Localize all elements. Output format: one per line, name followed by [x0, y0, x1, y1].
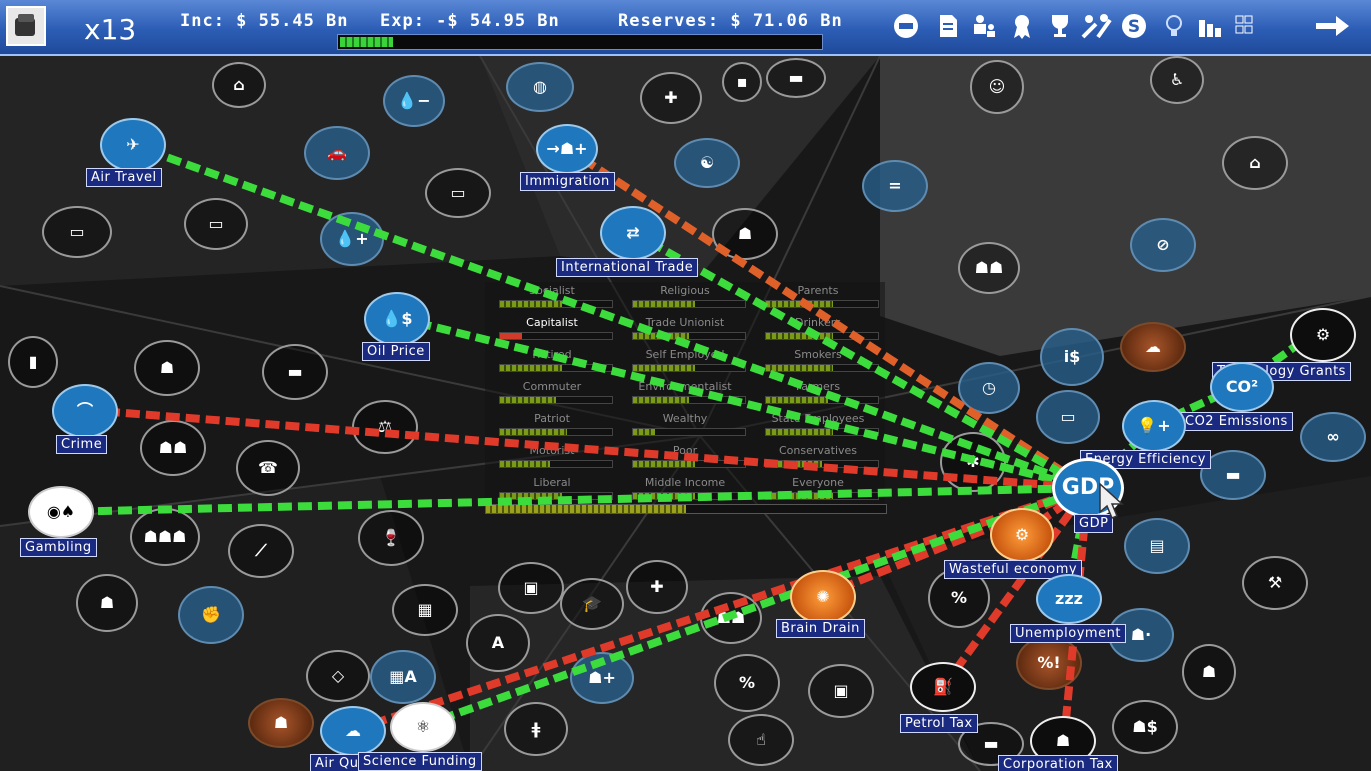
link-crime-gdp	[85, 406, 1089, 492]
crime-label[interactable]: Crime	[56, 435, 108, 454]
petrol-tax-label[interactable]: Petrol Tax	[900, 714, 978, 733]
link-science-gdp	[420, 484, 1090, 730]
air-quality-icon[interactable]: ☁	[320, 706, 386, 756]
petrol-pump-icon[interactable]: ⛽	[910, 662, 976, 712]
air-travel-label[interactable]: Air Travel	[86, 168, 162, 187]
mouse-cursor-icon	[1099, 482, 1124, 519]
unemployment-label[interactable]: Unemployment	[1010, 624, 1126, 643]
international-trade-label[interactable]: International Trade	[556, 258, 699, 277]
air-travel-icon[interactable]: ✈	[100, 118, 166, 172]
brain-drain-label[interactable]: Brain Drain	[776, 619, 865, 638]
link-gambling-gdp	[57, 484, 1089, 516]
brain-drain-icon[interactable]: ✺	[790, 570, 856, 624]
unemployment-icon[interactable]: zzz	[1036, 574, 1102, 624]
link-trade-gdp	[630, 228, 1090, 492]
gambling-label[interactable]: Gambling	[20, 538, 97, 557]
science-atom-icon[interactable]: ⚛	[390, 702, 456, 752]
oil-price-icon[interactable]: 💧$	[364, 292, 430, 346]
link-oil-price-gdp	[397, 314, 1089, 492]
energy-efficiency-icon[interactable]: 💡+	[1122, 400, 1186, 452]
international-trade-icon[interactable]: ⇄	[600, 206, 666, 260]
link-immigration-gdp	[563, 144, 1091, 492]
immigration-label[interactable]: Immigration	[520, 172, 615, 191]
co2-emissions-icon[interactable]: CO²	[1210, 362, 1274, 412]
co2-emissions-label[interactable]: CO2 Emissions	[1180, 412, 1293, 431]
wasteful-economy-icon[interactable]: ⚙	[990, 508, 1054, 562]
immigration-icon[interactable]: →☗+	[536, 124, 598, 174]
link-air-travel-gdp	[128, 140, 1090, 492]
effect-links	[57, 140, 1321, 741]
gambling-icon[interactable]: ◉♠	[28, 486, 94, 538]
technology-grants-icon[interactable]: ⚙	[1290, 308, 1356, 362]
game-screen: x13 Inc: $ 55.45 Bn Exp: -$ 54.95 Bn Res…	[0, 0, 1371, 771]
oil-price-label[interactable]: Oil Price	[362, 342, 430, 361]
science-funding-label[interactable]: Science Funding	[358, 752, 482, 771]
corporation-tax-label[interactable]: Corporation Tax	[998, 755, 1118, 771]
crime-icon[interactable]: ⌒	[52, 384, 118, 438]
